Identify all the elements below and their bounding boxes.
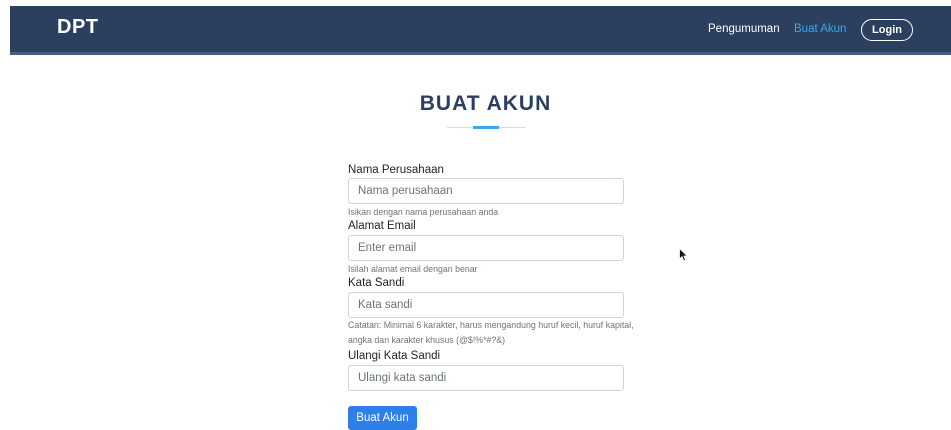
login-button[interactable]: Login (861, 19, 913, 41)
title-divider-accent (473, 126, 499, 129)
password-input[interactable] (348, 292, 624, 318)
email-input[interactable] (348, 235, 624, 261)
page-title: BUAT AKUN (419, 92, 552, 115)
nav-link-buat-akun[interactable]: Buat Akun (794, 23, 846, 35)
company-name-input[interactable] (348, 178, 624, 204)
company-name-help: Isikan dengan nama perusahaan anda (348, 207, 499, 217)
password-confirm-label: Ulangi Kata Sandi (348, 350, 441, 362)
email-help: Isilah alamat email dengan benar (348, 264, 478, 274)
email-label: Alamat Email (348, 220, 416, 232)
nav-link-pengumuman[interactable]: Pengumuman (708, 23, 780, 35)
password-help: Catatan: Minimal 6 karakter, harus menga… (348, 320, 634, 345)
password-label: Kata Sandi (348, 277, 405, 289)
password-confirm-input[interactable] (348, 365, 624, 391)
create-account-button[interactable]: Buat Akun (348, 406, 417, 430)
company-name-label: Nama Perusahaan (348, 164, 444, 176)
brand-logo[interactable]: DPT (57, 16, 99, 39)
navbar: DPT Pengumuman Buat Akun Login (10, 6, 951, 55)
mouse-cursor-icon (679, 248, 689, 262)
